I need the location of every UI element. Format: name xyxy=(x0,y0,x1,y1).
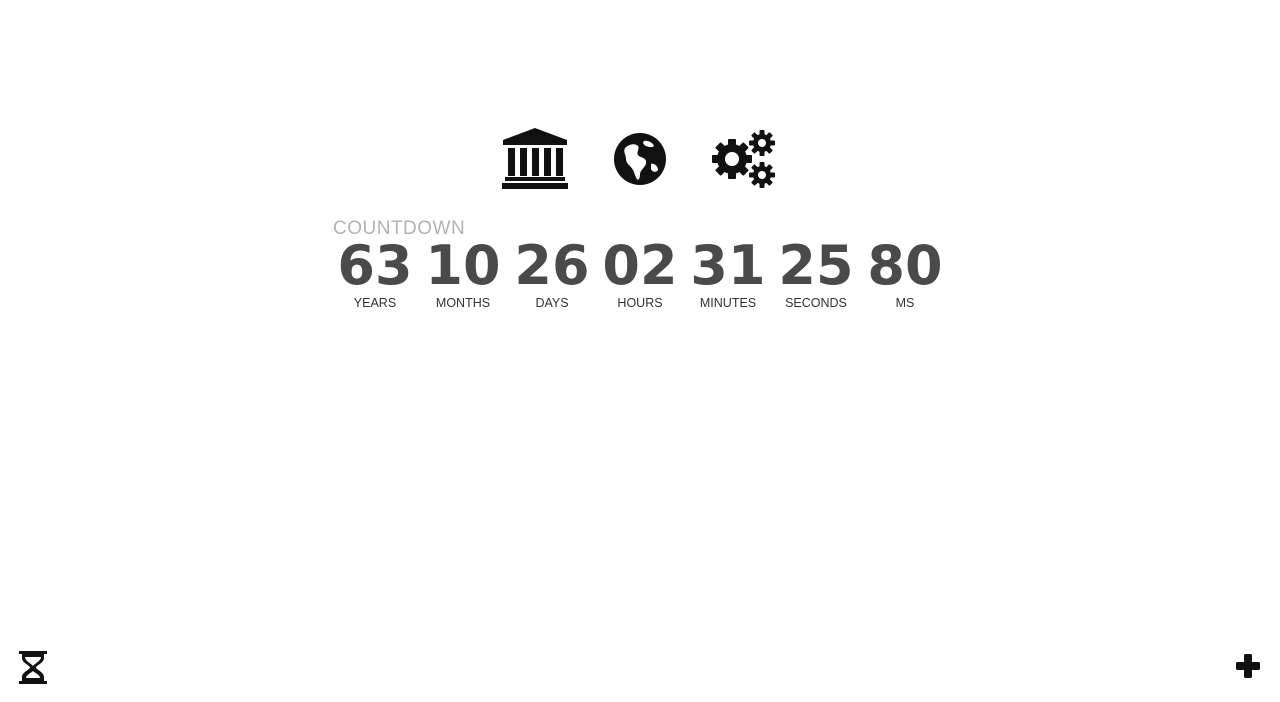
years-label: YEARS xyxy=(353,296,397,310)
unit-months: 10 MONTHS xyxy=(418,234,508,310)
minutes-label: MINUTES xyxy=(699,296,757,310)
hours-label: HOURS xyxy=(617,296,663,310)
months-label: MONTHS xyxy=(435,296,491,310)
museum-icon[interactable] xyxy=(500,126,570,190)
unit-days: 26 DAYS xyxy=(507,234,597,310)
unit-minutes: 31 MINUTES xyxy=(683,234,773,310)
globe-icon[interactable] xyxy=(611,126,669,190)
years-value: 63 xyxy=(337,234,413,297)
ms-value: 80 xyxy=(867,234,943,297)
unit-hours: 02 HOURS xyxy=(595,234,685,310)
months-value: 10 xyxy=(425,234,501,297)
days-value: 26 xyxy=(514,234,590,297)
minutes-value: 31 xyxy=(690,234,766,297)
ms-label: MS xyxy=(895,296,915,310)
hours-value: 02 xyxy=(602,234,678,297)
gears-icon[interactable] xyxy=(709,126,779,190)
plus-icon[interactable] xyxy=(1235,653,1261,683)
unit-years: 63 YEARS xyxy=(330,234,420,310)
seconds-label: SECONDS xyxy=(785,296,847,310)
top-icon-bar xyxy=(0,126,1280,192)
days-label: DAYS xyxy=(535,296,569,310)
countdown-page: COUNTDOWN 63 YEARS 10 MONTHS 26 DAYS 02 … xyxy=(0,0,1280,702)
countdown-units: 63 YEARS 10 MONTHS 26 DAYS 02 HOURS 31 M… xyxy=(333,234,953,324)
unit-ms: 80 MS xyxy=(860,234,950,310)
countdown-widget: COUNTDOWN 63 YEARS 10 MONTHS 26 DAYS 02 … xyxy=(333,218,943,310)
seconds-value: 25 xyxy=(778,234,854,297)
hourglass-icon[interactable] xyxy=(19,651,47,688)
unit-seconds: 25 SECONDS xyxy=(771,234,861,310)
